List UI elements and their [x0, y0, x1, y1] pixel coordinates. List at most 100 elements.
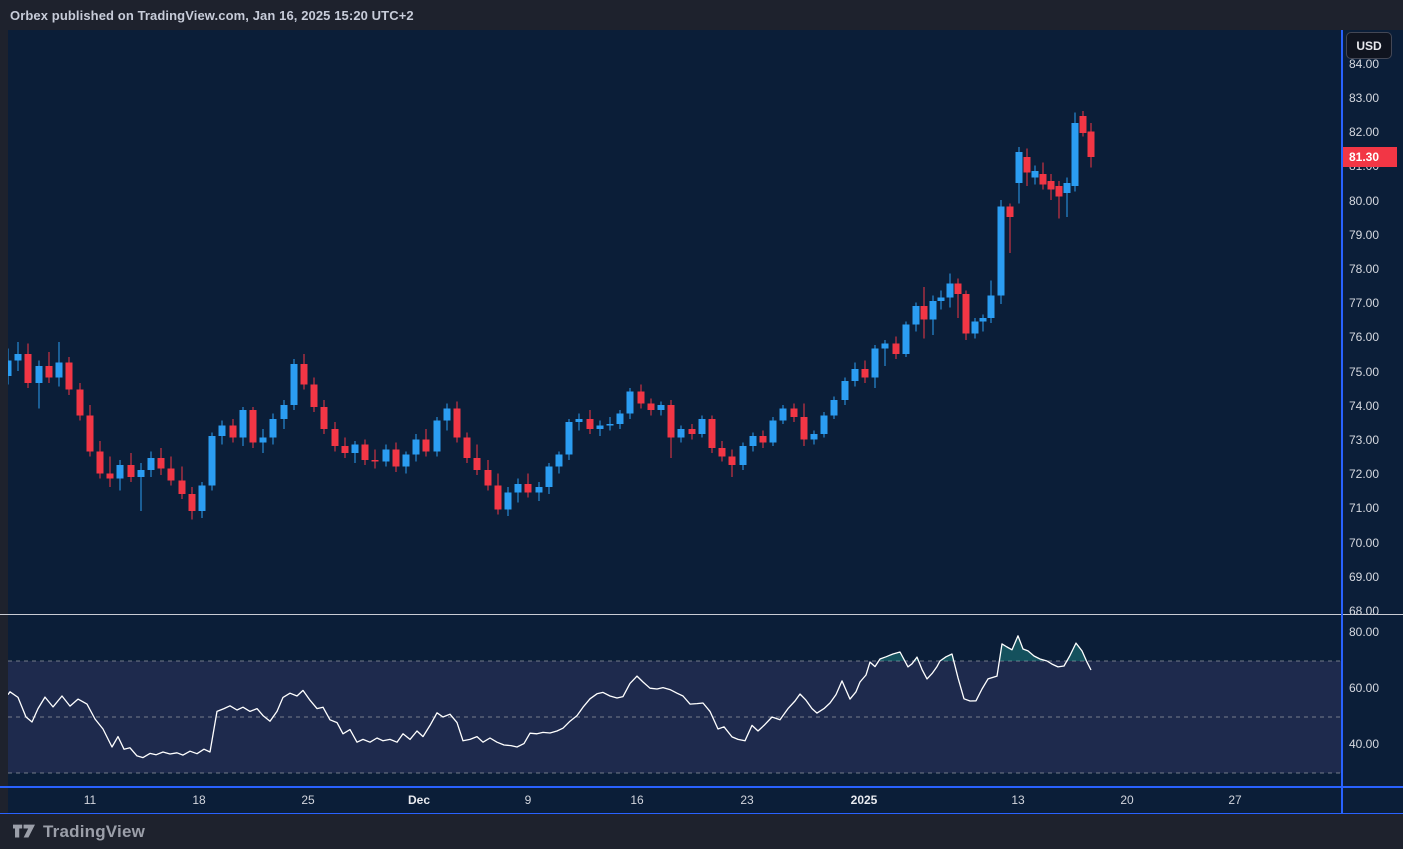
candle [281, 400, 288, 429]
candle [576, 414, 583, 431]
candle [930, 296, 937, 335]
time-tick-label: Dec [408, 793, 430, 807]
price-tick-label: 79.00 [1349, 228, 1379, 242]
candle [219, 420, 226, 444]
price-tick-label: 68.00 [1349, 604, 1379, 618]
tradingview-logo[interactable]: TradingView [13, 822, 145, 842]
candle [332, 422, 339, 451]
price-tick-label: 72.00 [1349, 467, 1379, 481]
candle [454, 402, 461, 443]
time-tick-label: 18 [192, 793, 205, 807]
price-tick-label: 77.00 [1349, 296, 1379, 310]
publish-watermark: Orbex published on TradingView.com, Jan … [10, 8, 414, 23]
candle [831, 397, 838, 419]
candle [821, 412, 828, 438]
candle [36, 361, 43, 409]
candle [913, 302, 920, 331]
candle [372, 450, 379, 469]
candle [403, 451, 410, 473]
candle [87, 405, 94, 456]
candle [546, 463, 553, 494]
last-price-badge: 81.30 [1343, 147, 1397, 167]
candle [729, 450, 736, 477]
candle [627, 388, 634, 419]
candle [947, 273, 954, 307]
candle [1064, 178, 1071, 217]
candle [240, 407, 247, 446]
candle [230, 419, 237, 443]
candle [189, 487, 196, 519]
candle [852, 362, 859, 386]
candle [1032, 166, 1039, 185]
candle [1016, 147, 1023, 203]
candle [617, 410, 624, 429]
pane-divider[interactable] [0, 614, 1403, 615]
time-axis[interactable]: 111825Dec916232025132027 [0, 788, 1403, 813]
candle [46, 352, 53, 383]
candle [423, 429, 430, 456]
rsi-tick-label: 40.00 [1349, 737, 1379, 751]
candle [719, 441, 726, 462]
time-tick-label: 11 [84, 793, 96, 807]
candle [1080, 111, 1087, 137]
candle [107, 456, 114, 487]
time-axis-top-border [0, 786, 1403, 788]
price-tick-label: 78.00 [1349, 262, 1379, 276]
candle [505, 487, 512, 516]
top-bar: Orbex published on TradingView.com, Jan … [0, 0, 1403, 30]
rsi-pane-canvas[interactable] [0, 615, 1342, 786]
candle [464, 432, 471, 463]
candle [658, 402, 665, 416]
price-pane-canvas[interactable] [0, 30, 1342, 614]
chart-window: Orbex published on TradingView.com, Jan … [0, 0, 1403, 849]
candle [301, 354, 308, 390]
candle [882, 340, 889, 366]
time-tick-label: 23 [740, 793, 753, 807]
price-axis[interactable]: USD 81.30 84.0083.0082.0081.0080.0079.00… [1342, 30, 1403, 786]
price-tick-label: 70.00 [1349, 536, 1379, 550]
candle [209, 432, 216, 490]
time-tick-label: 25 [301, 793, 314, 807]
candle [525, 473, 532, 497]
candle [474, 444, 481, 475]
candle [291, 359, 298, 410]
time-tick-label: 20 [1120, 793, 1133, 807]
candle [893, 337, 900, 359]
candle [342, 438, 349, 459]
time-tick-label: 13 [1011, 793, 1024, 807]
candle [311, 378, 318, 412]
candle [938, 291, 945, 310]
candle [587, 410, 594, 434]
tradingview-mark-icon [13, 822, 35, 842]
candle [434, 417, 441, 456]
candle [842, 378, 849, 405]
candle [444, 403, 451, 430]
price-tick-label: 69.00 [1349, 570, 1379, 584]
candle [780, 405, 787, 424]
candle [955, 279, 962, 318]
candle [709, 415, 716, 453]
candle [250, 407, 257, 448]
candle [25, 344, 32, 388]
candle [998, 200, 1005, 304]
candle [678, 426, 685, 443]
candle [607, 417, 614, 431]
price-tick-label: 74.00 [1349, 399, 1379, 413]
candle [413, 434, 420, 461]
price-tick-label: 73.00 [1349, 433, 1379, 447]
time-axis-bottom-border [0, 813, 1403, 814]
candle [597, 420, 604, 435]
candle [393, 443, 400, 472]
time-tick-label: 27 [1228, 793, 1241, 807]
candle [1048, 174, 1055, 200]
candle [66, 357, 73, 395]
candle [270, 414, 277, 445]
candle [972, 318, 979, 339]
candle [1040, 162, 1047, 189]
currency-unit-button[interactable]: USD [1346, 32, 1392, 59]
candle [362, 439, 369, 465]
price-tick-label: 80.00 [1349, 194, 1379, 208]
candle [536, 482, 543, 501]
candle [138, 463, 145, 511]
rsi-tick-label: 80.00 [1349, 625, 1379, 639]
